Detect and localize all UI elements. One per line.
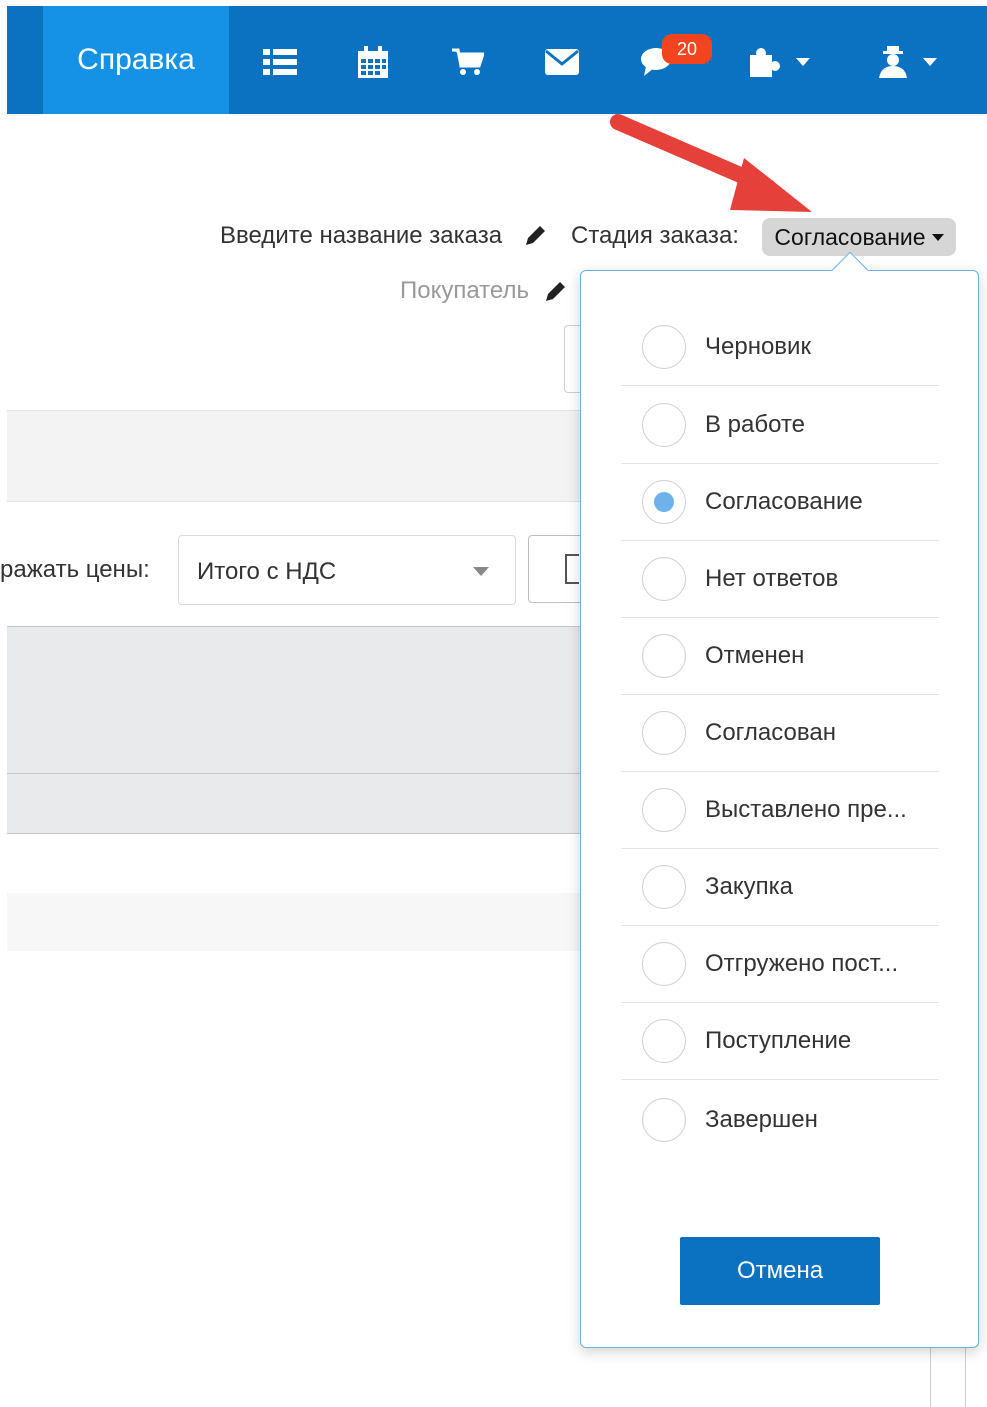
radio-button[interactable] [642, 1097, 686, 1142]
radio-button[interactable] [642, 634, 686, 678]
radio-button[interactable] [642, 557, 686, 601]
table-header [7, 626, 607, 774]
stage-option-label: В работе [705, 411, 806, 438]
stage-option[interactable]: В работе [621, 387, 939, 464]
stage-option-label: Согласован [705, 719, 836, 746]
stage-option-label: Завершен [705, 1105, 818, 1133]
stage-dropdown-value: Согласование [774, 223, 926, 250]
caret-down-icon [473, 567, 489, 576]
calendar-icon[interactable] [355, 44, 391, 80]
messages-badge: 20 [662, 34, 712, 64]
price-display-select[interactable]: Итого с НДС [178, 535, 516, 605]
radio-button[interactable] [642, 865, 686, 909]
order-name-placeholder[interactable]: Введите название заказа [220, 222, 502, 250]
table-row [7, 774, 607, 834]
chevron-down-icon [923, 58, 937, 66]
radio-button[interactable] [642, 942, 686, 986]
toolbar-band [7, 410, 607, 502]
stage-option-label: Отгружено пост... [705, 950, 899, 977]
stage-popover: Черновик В работе Согласование Нет ответ… [580, 270, 979, 1348]
radio-button[interactable] [642, 711, 686, 755]
stage-option[interactable]: Отгружено пост... [621, 926, 939, 1003]
price-display-value: Итого с НДС [197, 558, 337, 585]
stage-option[interactable]: Согласован [621, 695, 939, 772]
nav-help-tab[interactable]: Справка [43, 6, 229, 114]
annotation-arrow [610, 114, 812, 212]
list-icon[interactable] [260, 44, 300, 80]
radio-button[interactable] [642, 1019, 686, 1063]
radio-dot [654, 492, 674, 512]
app-root: Справка 20 Введите название заказа Стади… [0, 0, 987, 1407]
stage-option[interactable]: Черновик [621, 309, 939, 386]
radio-button[interactable] [642, 480, 686, 524]
cancel-button[interactable]: Отмена [680, 1237, 880, 1305]
puzzle-icon[interactable] [739, 44, 819, 80]
stage-option[interactable]: Нет ответов [621, 541, 939, 618]
stage-option-label: Выставлено пре... [705, 796, 907, 823]
stage-option-label: Черновик [705, 333, 811, 360]
price-display-label: ражать цены: [0, 556, 150, 583]
stage-option-label: Нет ответов [705, 565, 839, 592]
scrollbar-track[interactable] [930, 1345, 966, 1407]
table-footer-band [7, 893, 607, 951]
stage-option-label: Поступление [705, 1027, 852, 1054]
file-icon [565, 554, 579, 584]
buyer-placeholder[interactable]: Покупатель [400, 277, 529, 305]
stage-option[interactable]: Согласование [621, 464, 939, 541]
chevron-down-icon [796, 58, 810, 66]
stage-option[interactable]: Завершен [621, 1081, 939, 1158]
top-navbar: Справка 20 [7, 6, 987, 114]
radio-button[interactable] [642, 403, 686, 447]
stage-dropdown-button[interactable]: Согласование [762, 218, 956, 256]
pencil-icon[interactable] [543, 280, 567, 304]
stage-label: Стадия заказа: [571, 222, 739, 249]
user-icon[interactable] [871, 44, 945, 80]
stage-option-label: Закупка [705, 873, 793, 900]
stage-option[interactable]: Выставлено пре... [621, 772, 939, 849]
radio-button[interactable] [642, 325, 686, 369]
pencil-icon[interactable] [523, 224, 547, 248]
stage-option-label: Согласование [705, 488, 863, 515]
cart-icon[interactable] [450, 44, 486, 80]
stage-option-label: Отменен [705, 642, 805, 669]
stage-option[interactable]: Поступление [621, 1003, 939, 1080]
radio-button[interactable] [642, 788, 686, 832]
caret-down-icon [931, 233, 944, 241]
stage-option[interactable]: Закупка [621, 849, 939, 926]
mail-icon[interactable] [543, 44, 581, 80]
stage-option[interactable]: Отменен [621, 618, 939, 695]
